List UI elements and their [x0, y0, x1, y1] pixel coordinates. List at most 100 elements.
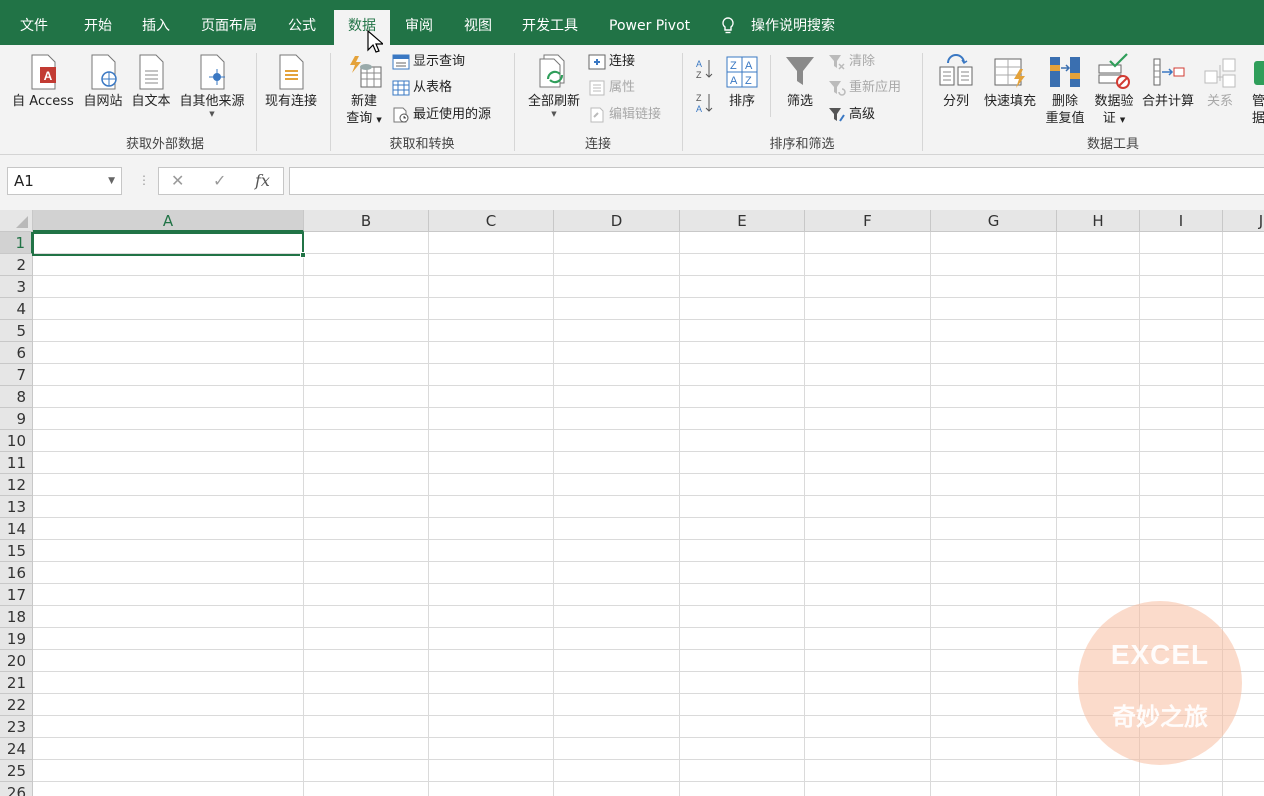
column-header-i[interactable]: I — [1140, 210, 1223, 232]
text-to-columns-button[interactable]: 分列 — [934, 53, 978, 110]
row-header-16[interactable]: 16 — [0, 562, 33, 584]
column-header-c[interactable]: C — [429, 210, 554, 232]
data-validation-button[interactable]: 数据验 证 ▼ — [1090, 53, 1138, 129]
connections-button[interactable]: 连接 — [588, 52, 635, 72]
chevron-down-icon: ▼ — [209, 110, 215, 118]
group-separator — [922, 53, 923, 151]
row-header-7[interactable]: 7 — [0, 364, 33, 386]
formula-input[interactable] — [289, 167, 1264, 195]
column-header-g[interactable]: G — [931, 210, 1057, 232]
relationships-button[interactable]: 关系 — [1200, 53, 1240, 110]
text-file-icon — [139, 54, 164, 90]
refresh-all-button[interactable]: 全部刷新 ▼ — [524, 53, 584, 118]
from-other-sources-button[interactable]: 自其他来源 ▼ — [176, 53, 248, 118]
gridline-vertical — [930, 232, 931, 796]
advanced-filter-button[interactable]: 高级 — [828, 105, 875, 125]
row-header-6[interactable]: 6 — [0, 342, 33, 364]
gridline-horizontal — [33, 297, 1264, 298]
enter-icon[interactable]: ✓ — [213, 171, 226, 190]
separator — [770, 55, 771, 117]
row-header-4[interactable]: 4 — [0, 298, 33, 320]
row-header-5[interactable]: 5 — [0, 320, 33, 342]
filter-button[interactable]: 筛选 — [780, 53, 820, 110]
row-header-8[interactable]: 8 — [0, 386, 33, 408]
edit-links-icon — [590, 107, 604, 122]
row-header-10[interactable]: 10 — [0, 430, 33, 452]
active-cell-a1[interactable] — [32, 232, 306, 258]
row-header-2[interactable]: 2 — [0, 254, 33, 276]
column-header-j[interactable]: J — [1223, 210, 1264, 232]
mouse-cursor-icon — [367, 30, 383, 53]
clear-filter-button[interactable]: 清除 — [828, 52, 875, 72]
chevron-down-icon: ▼ — [376, 116, 382, 124]
tab-page-layout[interactable]: 页面布局 — [201, 0, 257, 45]
row-header-18[interactable]: 18 — [0, 606, 33, 628]
spreadsheet-grid[interactable]: A B C D E F G H I J 1 2 3 4 5 6 7 8 9 10 11 12 13 14 15 16 17 18 19 2… — [0, 210, 1264, 796]
row-header-15[interactable]: 15 — [0, 540, 33, 562]
row-header-19[interactable]: 19 — [0, 628, 33, 650]
row-header-13[interactable]: 13 — [0, 496, 33, 518]
edit-links-button[interactable]: 编辑链接 — [588, 105, 661, 125]
remove-duplicates-button[interactable]: 删除 重复值 — [1042, 53, 1088, 127]
tab-file[interactable]: 文件 — [20, 0, 48, 45]
existing-connections-button[interactable]: 现有连接 — [260, 53, 322, 110]
sort-button[interactable]: ZAAZ 排序 — [722, 53, 762, 110]
tab-developer[interactable]: 开发工具 — [522, 0, 578, 45]
row-header-9[interactable]: 9 — [0, 408, 33, 430]
fill-handle[interactable] — [300, 252, 306, 258]
existing-connections-icon — [279, 54, 304, 90]
tab-view[interactable]: 视图 — [464, 0, 492, 45]
chevron-down-icon[interactable]: ▼ — [108, 168, 115, 194]
row-header-1[interactable]: 1 — [0, 232, 33, 254]
recent-sources-button[interactable]: 最近使用的源 — [392, 105, 491, 125]
row-header-24[interactable]: 24 — [0, 738, 33, 760]
properties-button[interactable]: 属性 — [588, 78, 635, 98]
cancel-icon[interactable]: ✕ — [171, 171, 184, 190]
select-all-button[interactable] — [0, 210, 33, 232]
column-header-h[interactable]: H — [1057, 210, 1140, 232]
row-header-20[interactable]: 20 — [0, 650, 33, 672]
from-web-button[interactable]: 自网站 — [80, 53, 126, 110]
from-table-button[interactable]: 从表格 — [392, 78, 452, 98]
row-header-14[interactable]: 14 — [0, 518, 33, 540]
row-header-25[interactable]: 25 — [0, 760, 33, 782]
tab-insert[interactable]: 插入 — [142, 0, 170, 45]
insert-function-icon[interactable]: fx — [255, 171, 270, 190]
column-header-d[interactable]: D — [554, 210, 680, 232]
column-header-a[interactable]: A — [33, 210, 304, 232]
svg-text:A: A — [696, 104, 702, 114]
consolidate-button[interactable]: 合并计算 — [1139, 53, 1197, 110]
data-validation-label-2: 证 — [1102, 111, 1116, 126]
row-header-3[interactable]: 3 — [0, 276, 33, 298]
tab-formulas[interactable]: 公式 — [288, 0, 316, 45]
flash-fill-button[interactable]: 快速填充 — [980, 53, 1040, 110]
tell-me-search[interactable]: 操作说明搜索 — [751, 0, 835, 45]
tab-power-pivot[interactable]: Power Pivot — [609, 0, 690, 45]
from-access-button[interactable]: A 自 Access — [10, 53, 76, 110]
name-box[interactable]: A1 ▼ — [7, 167, 122, 195]
row-header-17[interactable]: 17 — [0, 584, 33, 606]
show-queries-button[interactable]: 显示查询 — [392, 52, 465, 72]
row-header-22[interactable]: 22 — [0, 694, 33, 716]
gridline-vertical — [428, 232, 429, 796]
row-header-12[interactable]: 12 — [0, 474, 33, 496]
new-query-button[interactable]: 新建 查询 ▼ — [340, 53, 388, 129]
formula-bar-resize-handle[interactable]: ⋮ — [138, 173, 150, 187]
column-header-f[interactable]: F — [805, 210, 931, 232]
row-header-11[interactable]: 11 — [0, 452, 33, 474]
sort-ascending-button[interactable]: AZ — [694, 57, 714, 80]
sort-descending-button[interactable]: ZA — [694, 91, 714, 114]
from-text-button[interactable]: 自文本 — [128, 53, 174, 110]
gridline-horizontal — [33, 627, 1264, 628]
row-header-26[interactable]: 26 — [0, 782, 33, 796]
filter-label: 筛选 — [786, 94, 813, 109]
column-header-b[interactable]: B — [304, 210, 429, 232]
column-header-e[interactable]: E — [680, 210, 805, 232]
row-header-23[interactable]: 23 — [0, 716, 33, 738]
manage-data-model-button[interactable]: 管 据 — [1244, 53, 1264, 127]
reapply-button[interactable]: 重新应用 — [828, 78, 901, 98]
tab-home[interactable]: 开始 — [84, 0, 112, 45]
tab-review[interactable]: 审阅 — [405, 0, 433, 45]
gridline-horizontal — [33, 451, 1264, 452]
row-header-21[interactable]: 21 — [0, 672, 33, 694]
